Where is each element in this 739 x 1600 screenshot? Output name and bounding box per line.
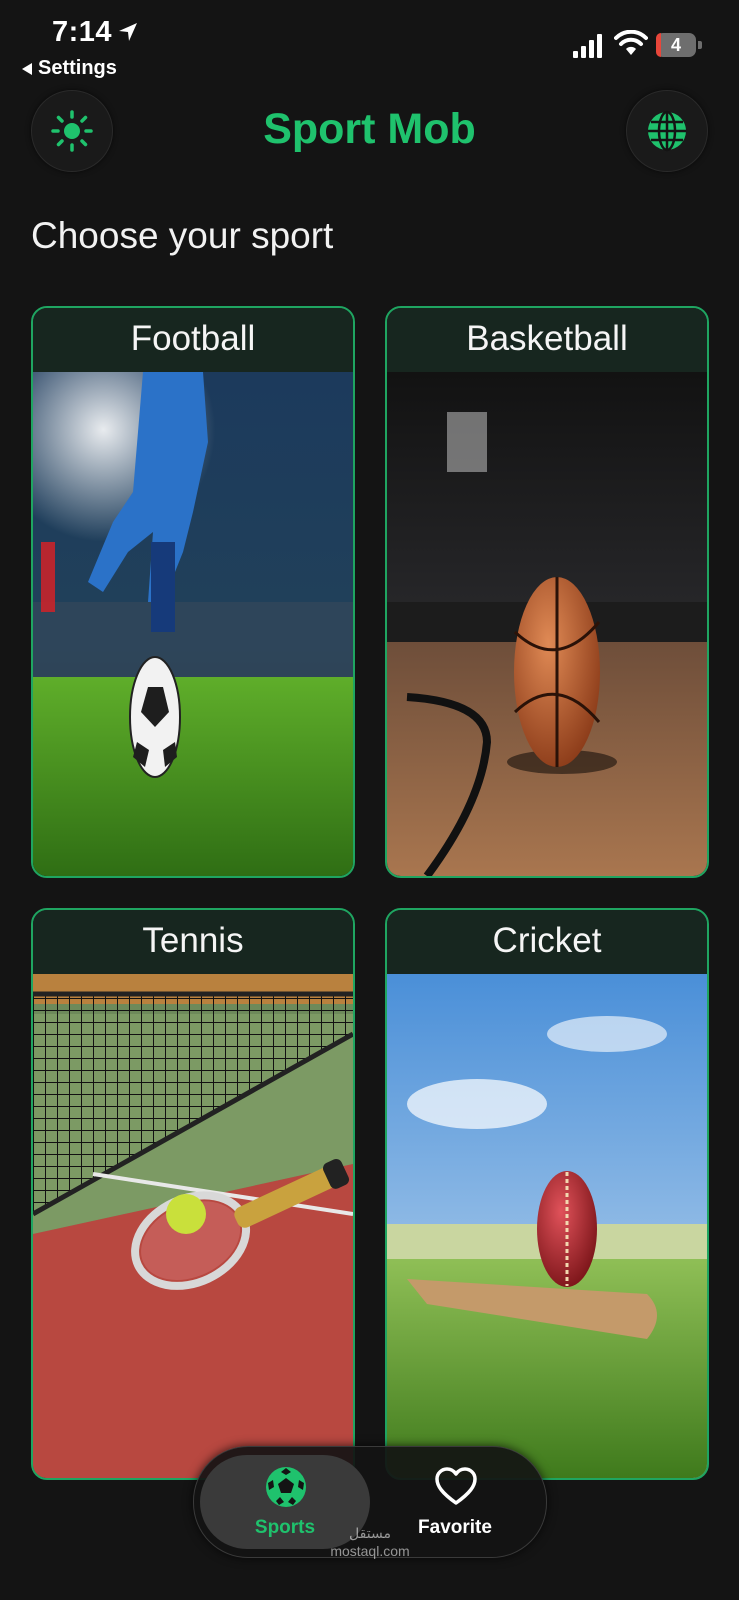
sport-card-title: Tennis bbox=[33, 910, 353, 974]
globe-icon bbox=[648, 110, 686, 152]
status-bar: 7:14 Settings 4 bbox=[0, 0, 739, 90]
soccer-ball-icon bbox=[266, 1467, 306, 1507]
back-arrow-icon bbox=[22, 62, 32, 75]
back-to-settings-link[interactable]: Settings bbox=[22, 57, 117, 80]
cricket-image bbox=[387, 974, 707, 1478]
football-image bbox=[33, 372, 353, 876]
sport-card-title: Basketball bbox=[387, 308, 707, 372]
cellular-signal-icon bbox=[573, 34, 602, 58]
sport-card-tennis[interactable]: Tennis bbox=[31, 908, 355, 1480]
battery-level: 4 bbox=[656, 33, 696, 57]
watermark-url: mostaql.com bbox=[330, 1543, 410, 1559]
language-button[interactable] bbox=[626, 90, 708, 172]
sport-card-cricket[interactable]: Cricket bbox=[385, 908, 709, 1480]
back-link-label: Settings bbox=[38, 57, 117, 79]
sport-card-football[interactable]: Football bbox=[31, 306, 355, 878]
sport-card-title: Cricket bbox=[387, 910, 707, 974]
watermark: مستقل mostaql.com bbox=[320, 1524, 420, 1560]
heart-icon bbox=[435, 1467, 477, 1505]
battery-icon: 4 bbox=[656, 33, 702, 57]
basketball-image bbox=[387, 372, 707, 876]
sport-card-basketball[interactable]: Basketball bbox=[385, 306, 709, 878]
watermark-arabic: مستقل bbox=[349, 1525, 391, 1541]
section-title: Choose your sport bbox=[31, 215, 334, 256]
wifi-icon bbox=[614, 30, 648, 55]
tennis-image bbox=[33, 974, 353, 1478]
status-time: 7:14 bbox=[52, 16, 113, 48]
sport-card-title: Football bbox=[33, 308, 353, 372]
location-arrow-icon bbox=[119, 23, 137, 41]
